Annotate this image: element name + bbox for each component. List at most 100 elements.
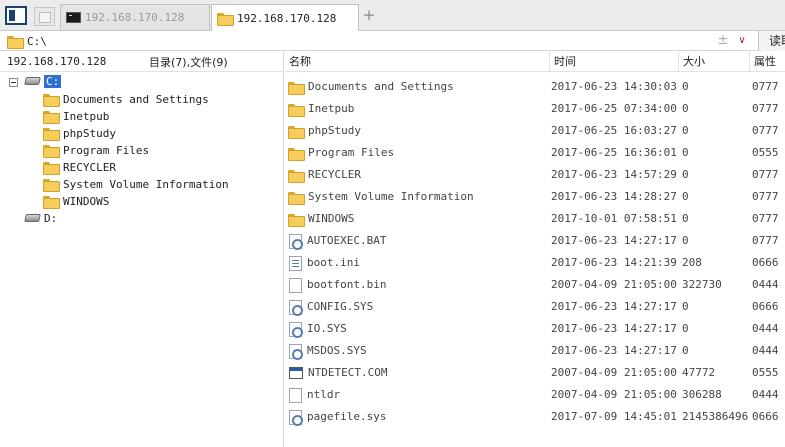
file-row[interactable]: ntldr 2007-04-09 21:05:00 306288 0444 [285, 384, 785, 406]
file-list-panel: 名称 时间 大小 属性 Documents and Settings 2017-0… [285, 51, 785, 447]
path-value: C:\ [27, 34, 47, 48]
blank-file-icon [289, 387, 302, 403]
file-size: 208 [682, 256, 702, 269]
file-size: 0 [682, 234, 689, 247]
file-row[interactable]: RECYCLER 2017-06-23 14:57:29 0 0777 [285, 164, 785, 186]
file-name-cell: Documents and Settings [288, 76, 550, 98]
tree-header: 192.168.170.128 目录(7),文件(9) [0, 51, 284, 72]
file-time: 2017-06-23 14:30:03 [551, 80, 677, 93]
host-label: 192.168.170.128 [7, 55, 107, 68]
file-time: 2017-06-25 07:34:00 [551, 102, 677, 115]
file-row[interactable]: IO.SYS 2017-06-23 14:27:17 0 0444 [285, 318, 785, 340]
file-size: 0 [682, 102, 689, 115]
file-list-header: 名称 时间 大小 属性 [285, 51, 785, 72]
application-file-icon [289, 367, 303, 379]
file-row[interactable]: bootfont.bin 2007-04-09 21:05:00 322730 044… [285, 274, 785, 296]
tree-folder[interactable]: RECYCLER [43, 159, 116, 175]
column-name[interactable]: 名称 [285, 51, 550, 72]
file-name-cell: Program Files [288, 142, 550, 164]
tree-drive-c[interactable]: C: [24, 73, 62, 89]
file-attr: 0777 [752, 102, 779, 115]
read-button[interactable]: 读取 [758, 31, 785, 51]
file-attr: 0555 [752, 366, 779, 379]
file-size: 47772 [682, 366, 716, 379]
file-name: MSDOS.SYS [307, 344, 367, 357]
tree-folder[interactable]: phpStudy [43, 125, 116, 141]
tree-folder[interactable]: WINDOWS [43, 193, 109, 209]
file-row[interactable]: Documents and Settings 2017-06-23 14:30:0… [285, 76, 785, 98]
file-size: 0 [682, 322, 689, 335]
file-attr: 0666 [752, 410, 779, 423]
file-name: Documents and Settings [308, 80, 454, 93]
file-name-cell: Inetpub [288, 98, 550, 120]
file-time: 2017-06-23 14:21:39 [551, 256, 677, 269]
file-name: ntldr [307, 388, 341, 401]
file-attr: 0444 [752, 388, 779, 401]
tree-folder[interactable]: System Volume Information [43, 176, 229, 192]
folder-icon [7, 35, 24, 49]
tree-folder[interactable]: Program Files [43, 142, 149, 158]
folder-icon [43, 93, 60, 107]
drive-label: C: [44, 74, 62, 88]
new-tab-plus-icon[interactable]: + [362, 7, 376, 24]
file-row[interactable]: System Volume Information 2017-06-23 14:2… [285, 186, 785, 208]
tree-drive-d[interactable]: D: [24, 210, 58, 226]
tree-folder[interactable]: Inetpub [43, 108, 109, 124]
tab-label: 192.168.170.128 [85, 11, 185, 24]
system-file-icon [289, 299, 303, 316]
folder-icon [288, 191, 305, 205]
folder-icon [288, 125, 305, 139]
tree-folder-label: WINDOWS [63, 194, 110, 208]
file-row[interactable]: AUTOEXEC.BAT 2017-06-23 14:27:17 0 0777 [285, 230, 785, 252]
file-size: 0 [682, 146, 689, 159]
item-count: 目录(7),文件(9) [149, 56, 228, 69]
file-time: 2017-06-23 14:27:17 [551, 322, 677, 335]
window-menu-icon[interactable] [5, 6, 27, 25]
collapse-icon[interactable] [9, 78, 18, 87]
add-bookmark-icon[interactable]: ± [717, 32, 729, 50]
file-size: 0 [682, 190, 689, 203]
file-row[interactable]: Inetpub 2017-06-25 07:34:00 0 0777 [285, 98, 785, 120]
file-row[interactable]: boot.ini 2017-06-23 14:21:39 208 0666 [285, 252, 785, 274]
file-attr: 0444 [752, 322, 779, 335]
tree-folder-label: Program Files [63, 143, 150, 157]
file-time: 2017-06-23 14:57:29 [551, 168, 677, 181]
column-time[interactable]: 时间 [550, 51, 679, 72]
file-name: Program Files [308, 146, 395, 159]
column-attr[interactable]: 属性 [750, 51, 785, 72]
folder-icon [43, 127, 60, 141]
chevron-down-icon[interactable]: ∨ [736, 32, 748, 50]
column-size[interactable]: 大小 [679, 51, 750, 72]
file-row[interactable]: CONFIG.SYS 2017-06-23 14:27:17 0 0666 [285, 296, 785, 318]
blank-tab-button[interactable] [34, 7, 55, 26]
file-row[interactable]: WINDOWS 2017-10-01 07:58:51 0 0777 [285, 208, 785, 230]
file-attr: 0777 [752, 80, 779, 93]
tree-folder-label: Inetpub [63, 109, 110, 123]
tab-file-manager[interactable]: 192.168.170.128 [211, 4, 359, 32]
file-time: 2007-04-09 21:05:00 [551, 278, 677, 291]
tab-terminal[interactable]: 192.168.170.128 [60, 4, 210, 30]
file-row[interactable]: NTDETECT.COM 2007-04-09 21:05:00 47772 0555 [285, 362, 785, 384]
file-row[interactable]: MSDOS.SYS 2017-06-23 14:27:17 0 0444 [285, 340, 785, 362]
file-name: pagefile.sys [307, 410, 387, 423]
system-file-icon [289, 409, 303, 426]
file-row[interactable]: phpStudy 2017-06-25 16:03:27 0 0777 [285, 120, 785, 142]
file-attr: 0666 [752, 300, 779, 313]
file-time: 2017-07-09 14:45:01 [551, 410, 677, 423]
file-time: 2017-06-23 14:27:17 [551, 344, 677, 357]
file-time: 2017-10-01 07:58:51 [551, 212, 677, 225]
file-size: 0 [682, 212, 689, 225]
system-file-icon [289, 321, 303, 338]
file-size: 2145386496 [682, 410, 749, 423]
path-input[interactable]: C:\ [3, 32, 756, 50]
file-name: System Volume Information [308, 190, 474, 203]
tree-folder[interactable]: Documents and Settings [43, 91, 209, 107]
tree-folder-label: RECYCLER [63, 160, 116, 174]
file-attr: 0777 [752, 168, 779, 181]
file-name-cell: AUTOEXEC.BAT [288, 230, 550, 252]
file-name-cell: IO.SYS [288, 318, 550, 340]
folder-icon [43, 144, 60, 158]
drive-label: D: [44, 211, 58, 225]
file-row[interactable]: Program Files 2017-06-25 16:36:01 0 0555 [285, 142, 785, 164]
file-row[interactable]: pagefile.sys 2017-07-09 14:45:01 214538649… [285, 406, 785, 428]
